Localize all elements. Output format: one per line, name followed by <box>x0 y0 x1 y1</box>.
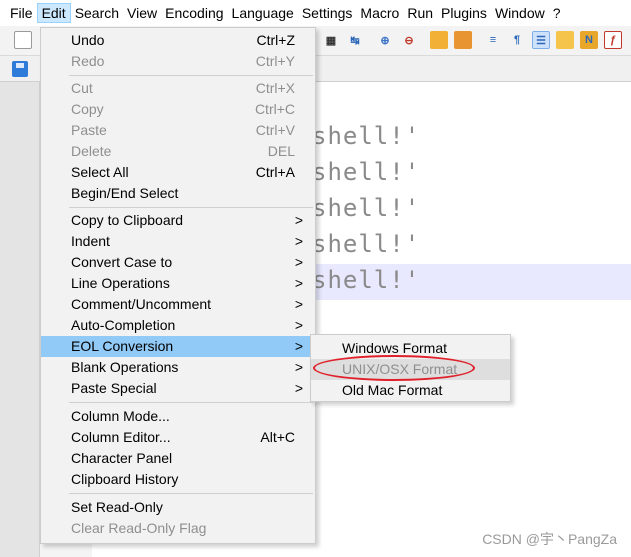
menu-macro[interactable]: Macro <box>356 3 403 23</box>
menu-help[interactable]: ? <box>549 3 565 23</box>
menu-item-auto-completion[interactable]: Auto-Completion > <box>41 315 315 336</box>
function-list-icon[interactable]: N <box>580 31 598 49</box>
menu-search[interactable]: Search <box>71 3 123 23</box>
menu-item-select-all[interactable]: Select All Ctrl+A <box>41 162 315 183</box>
save-icon[interactable] <box>12 61 28 77</box>
menu-item-cut[interactable]: Cut Ctrl+X <box>41 78 315 99</box>
code-line: shell!' <box>312 266 421 294</box>
menu-item-begin-end-select[interactable]: Begin/End Select <box>41 183 315 204</box>
menu-item-paste[interactable]: Paste Ctrl+V <box>41 120 315 141</box>
folder-as-workspace-icon[interactable]: ƒ <box>604 31 622 49</box>
menu-item-copy[interactable]: Copy Ctrl+C <box>41 99 315 120</box>
menu-plugins[interactable]: Plugins <box>437 3 491 23</box>
submenu-arrow-icon: > <box>294 296 303 312</box>
menu-run[interactable]: Run <box>403 3 437 23</box>
menu-item-paste-special[interactable]: Paste Special > <box>41 378 315 399</box>
menu-separator <box>69 207 313 208</box>
replace-icon[interactable]: ↹ <box>346 31 364 49</box>
menu-item-delete[interactable]: Delete DEL <box>41 141 315 162</box>
submenu-arrow-icon: > <box>294 254 303 270</box>
document-map-icon[interactable] <box>556 31 574 49</box>
menu-view[interactable]: View <box>123 3 161 23</box>
code-line: shell!' <box>312 230 421 258</box>
edit-menu-dropdown: Undo Ctrl+Z Redo Ctrl+Y Cut Ctrl+X Copy … <box>40 27 316 544</box>
menu-encoding[interactable]: Encoding <box>161 3 227 23</box>
zoom-out-icon[interactable]: ⊖ <box>400 31 418 49</box>
menu-separator <box>69 402 313 403</box>
menu-item-indent[interactable]: Indent > <box>41 231 315 252</box>
menu-separator <box>69 75 313 76</box>
menu-settings[interactable]: Settings <box>298 3 357 23</box>
menu-item-set-read-only[interactable]: Set Read-Only <box>41 497 315 518</box>
menu-item-character-panel[interactable]: Character Panel <box>41 448 315 469</box>
zoom-in-icon[interactable]: ⊕ <box>376 31 394 49</box>
indent-guide-icon[interactable]: ☰ <box>532 31 550 49</box>
menu-item-eol-conversion[interactable]: EOL Conversion > <box>41 336 315 357</box>
menu-item-undo[interactable]: Undo Ctrl+Z <box>41 30 315 51</box>
word-wrap-icon[interactable]: ≡ <box>484 31 502 49</box>
menu-item-clipboard-history[interactable]: Clipboard History <box>41 469 315 490</box>
submenu-arrow-icon: > <box>294 275 303 291</box>
code-line: shell!' <box>312 194 421 222</box>
find-icon[interactable]: ▦ <box>322 31 340 49</box>
new-file-icon[interactable] <box>14 31 32 49</box>
menu-item-column-editor[interactable]: Column Editor... Alt+C <box>41 427 315 448</box>
menu-file[interactable]: File <box>6 3 37 23</box>
menu-item-column-mode[interactable]: Column Mode... <box>41 406 315 427</box>
line-number-gutter <box>0 82 40 557</box>
show-all-characters-icon[interactable]: ¶ <box>508 31 526 49</box>
submenu-arrow-icon: > <box>294 317 303 333</box>
submenu-arrow-icon: > <box>294 359 303 375</box>
submenu-arrow-icon: > <box>294 380 303 396</box>
submenu-item-old-mac-format[interactable]: Old Mac Format <box>311 380 510 401</box>
menu-language[interactable]: Language <box>228 3 298 23</box>
sync-vertical-icon[interactable] <box>430 31 448 49</box>
submenu-arrow-icon: > <box>294 338 303 354</box>
menu-item-line-operations[interactable]: Line Operations > <box>41 273 315 294</box>
sync-horizontal-icon[interactable] <box>454 31 472 49</box>
watermark: CSDN @宇丶PangZa <box>482 531 617 547</box>
menu-item-convert-case[interactable]: Convert Case to > <box>41 252 315 273</box>
menu-item-blank-operations[interactable]: Blank Operations > <box>41 357 315 378</box>
menu-item-copy-to-clipboard[interactable]: Copy to Clipboard > <box>41 210 315 231</box>
menu-separator <box>69 493 313 494</box>
submenu-arrow-icon: > <box>294 212 303 228</box>
menu-edit[interactable]: Edit <box>36 3 71 23</box>
code-line: shell!' <box>312 158 421 186</box>
code-line: shell!' <box>312 122 421 150</box>
menu-window[interactable]: Window <box>491 3 549 23</box>
menu-item-redo[interactable]: Redo Ctrl+Y <box>41 51 315 72</box>
menu-item-comment-uncomment[interactable]: Comment/Uncomment > <box>41 294 315 315</box>
annotation-ellipse <box>313 355 475 381</box>
submenu-arrow-icon: > <box>294 233 303 249</box>
menu-item-clear-read-only-flag[interactable]: Clear Read-Only Flag <box>41 518 315 539</box>
menu-bar: File Edit Search View Encoding Language … <box>0 0 631 26</box>
